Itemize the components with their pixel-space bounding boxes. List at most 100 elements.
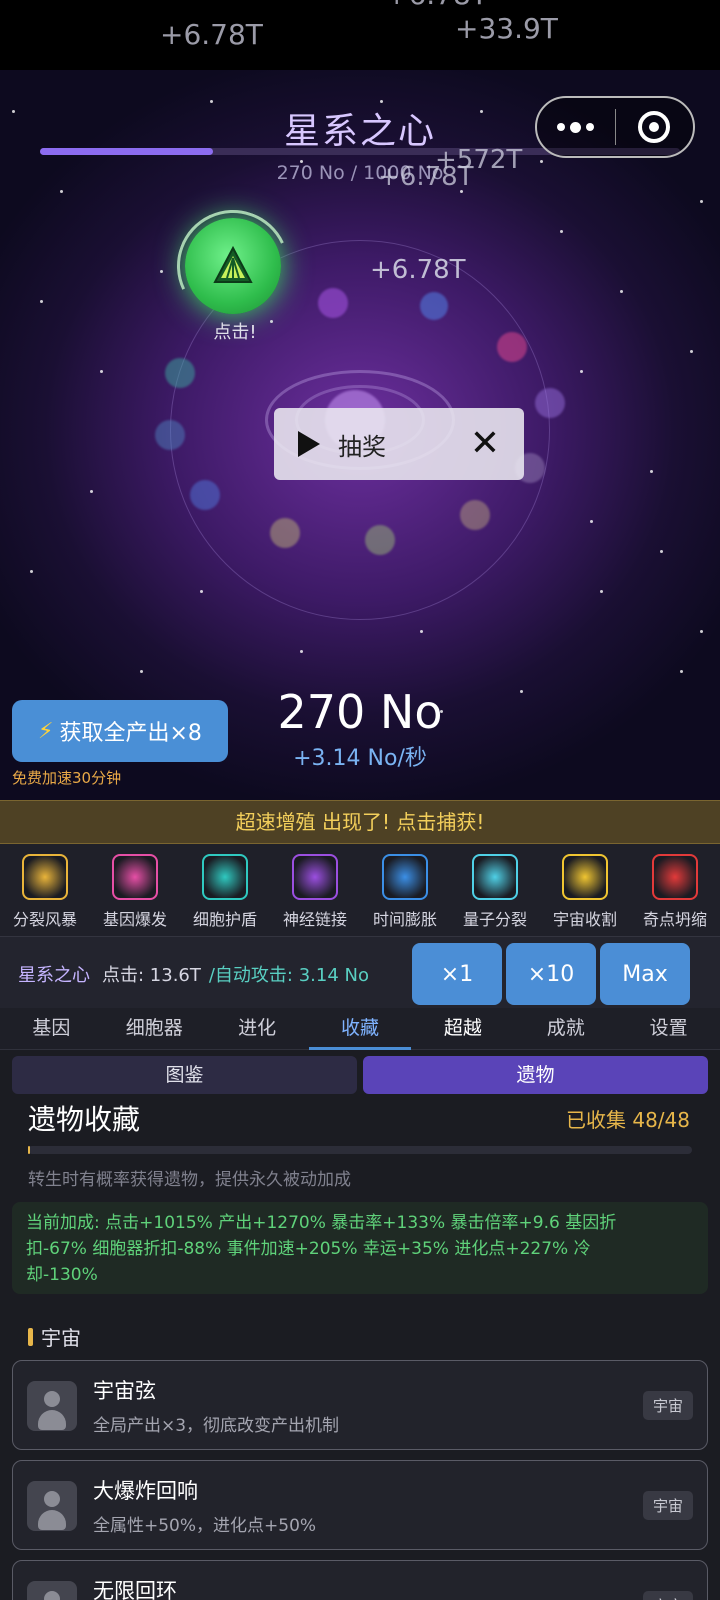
cell-node	[155, 420, 185, 450]
cell-shield-icon	[202, 854, 248, 900]
cell-node	[365, 525, 395, 555]
star	[30, 570, 33, 573]
star	[620, 290, 623, 293]
currency-rate: +3.14 No/秒	[293, 746, 427, 771]
current-bonus-box: 当前加成: 点击+1015% 产出+1270% 暴击率+133% 暴击倍率+9.…	[12, 1202, 708, 1294]
tab-evolution[interactable]: 进化	[206, 1008, 309, 1049]
star	[60, 190, 63, 193]
category-label: 宇宙	[41, 1326, 81, 1350]
more-button[interactable]	[537, 98, 615, 156]
cell-node	[270, 518, 300, 548]
skill-label: 时间膨胀	[372, 910, 437, 929]
event-banner[interactable]: 超速增殖 出现了! 点击捕获!	[0, 800, 720, 844]
category-header: 宇宙	[28, 1322, 81, 1351]
cell-node	[535, 388, 565, 418]
skill-singularity-collapse[interactable]: 奇点坍缩	[630, 844, 720, 936]
collection-progress-bar	[28, 1146, 692, 1154]
multiplier-x10-button[interactable]: ×10	[506, 943, 596, 1005]
target-icon	[638, 111, 671, 143]
star	[700, 630, 703, 633]
lottery-label: 抽奖	[338, 432, 386, 461]
time-dilation-icon	[382, 854, 428, 900]
cell-node	[190, 480, 220, 510]
skill-gene-burst[interactable]: 基因爆发	[90, 844, 180, 936]
multiplier-max-button[interactable]: Max	[600, 943, 690, 1005]
singularity-collapse-icon	[652, 854, 698, 900]
star	[140, 670, 143, 673]
star	[650, 470, 653, 473]
star	[40, 300, 43, 303]
tab-collection[interactable]: 收藏	[308, 1008, 412, 1050]
skill-split-storm[interactable]: 分裂风暴	[0, 844, 90, 936]
boost-subtext: 免费加速30分钟	[12, 769, 122, 787]
floating-number: +6.78T	[378, 162, 474, 192]
lottery-popup[interactable]: 抽奖 ✕	[274, 408, 524, 480]
relic-avatar-icon	[27, 1381, 77, 1431]
auto-attack: /自动攻击: 3.14 No	[208, 965, 369, 986]
skill-label: 分裂风暴	[12, 910, 77, 929]
star	[420, 630, 423, 633]
click-power: 点击: 13.6T	[102, 965, 201, 986]
boost-button[interactable]: ⚡ 获取全产出×8	[12, 700, 228, 762]
collection-progress-fill	[28, 1146, 30, 1154]
status-strip: +6.78T +33.9T +6.78T	[0, 0, 720, 70]
cell-node	[318, 288, 348, 318]
floating-number: +6.78T	[385, 0, 488, 11]
cell-node	[165, 358, 195, 388]
relic-tag: 宇宙	[642, 1391, 693, 1420]
section-title: 遗物收藏	[28, 1103, 141, 1136]
skill-cosmic-harvest[interactable]: 宇宙收割	[540, 844, 630, 936]
star	[700, 200, 703, 203]
floating-number: +33.9T	[455, 12, 558, 45]
close-icon[interactable]: ✕	[470, 426, 500, 462]
boost-label: 获取全产出×8	[59, 721, 202, 746]
tab-organelles[interactable]: 细胞器	[103, 1008, 206, 1049]
relic-description: 全局产出×3，彻底改变产出机制	[93, 1416, 340, 1436]
tab-achievements[interactable]: 成就	[514, 1008, 617, 1049]
relic-card[interactable]: 大爆炸回响 全属性+50%，进化点+50% 宇宙	[12, 1460, 708, 1550]
star	[560, 230, 563, 233]
click-label: 点击!	[213, 322, 257, 343]
collection-description: 转生时有概率获得遗物，提供永久被动加成	[28, 1170, 351, 1190]
multiplier-x1-button[interactable]: ×1	[412, 943, 502, 1005]
star	[100, 370, 103, 373]
relic-name: 大爆炸回响	[93, 1479, 198, 1503]
progress-text: 270 No / 1000 No	[276, 162, 444, 184]
skill-label: 基因爆发	[102, 910, 167, 929]
skill-label: 细胞护盾	[192, 910, 257, 929]
relic-avatar-icon	[27, 1481, 77, 1531]
skill-quantum-split[interactable]: 量子分裂	[450, 844, 540, 936]
skill-time-dilation[interactable]: 时间膨胀	[360, 844, 450, 936]
cell-node	[497, 332, 527, 362]
category-marker	[28, 1327, 33, 1346]
exit-button[interactable]	[616, 98, 694, 156]
tab-transcend[interactable]: 超越	[411, 1008, 514, 1049]
skill-cell-shield[interactable]: 细胞护盾	[180, 844, 270, 936]
skill-bar: 分裂风暴 基因爆发 细胞护盾 神经链接 时间膨胀 量子分裂 宇宙收割 奇点坍缩	[0, 844, 720, 936]
click-button[interactable]	[185, 218, 281, 314]
relic-card[interactable]: 宇宙弦 全局产出×3，彻底改变产出机制 宇宙	[12, 1360, 708, 1450]
currency-total: 270 No	[277, 685, 443, 739]
split-storm-icon	[22, 854, 68, 900]
star	[660, 550, 663, 553]
game-area[interactable]: 星系之心 270 No / 1000 No +572T +6.78T +6.78…	[0, 70, 720, 800]
more-dots-icon	[557, 121, 595, 133]
relic-avatar-icon	[27, 1581, 77, 1600]
bonus-line: 扣-67% 细胞器折扣-88% 事件加速+205% 幸运+35% 进化点+227…	[26, 1239, 591, 1259]
skill-neural-link[interactable]: 神经链接	[270, 844, 360, 936]
relic-card[interactable]: 无限回环 宇宙	[12, 1560, 708, 1600]
floating-number: +6.78T	[370, 255, 466, 285]
skill-label: 宇宙收割	[552, 910, 617, 929]
star	[520, 690, 523, 693]
star	[90, 490, 93, 493]
stats-text: 星系之心 点击: 13.6T/自动攻击: 3.14 No	[18, 961, 369, 987]
mini-program-capsule	[535, 96, 695, 158]
tab-genes[interactable]: 基因	[0, 1008, 103, 1049]
skill-label: 奇点坍缩	[642, 910, 707, 929]
relic-description: 全属性+50%，进化点+50%	[93, 1516, 317, 1536]
tab-settings[interactable]: 设置	[617, 1008, 720, 1049]
subtab-codex[interactable]: 图鉴	[12, 1056, 357, 1094]
sub-tabs: 图鉴 遗物	[12, 1056, 708, 1094]
subtab-relics[interactable]: 遗物	[363, 1056, 708, 1094]
relic-tag: 宇宙	[642, 1591, 693, 1600]
